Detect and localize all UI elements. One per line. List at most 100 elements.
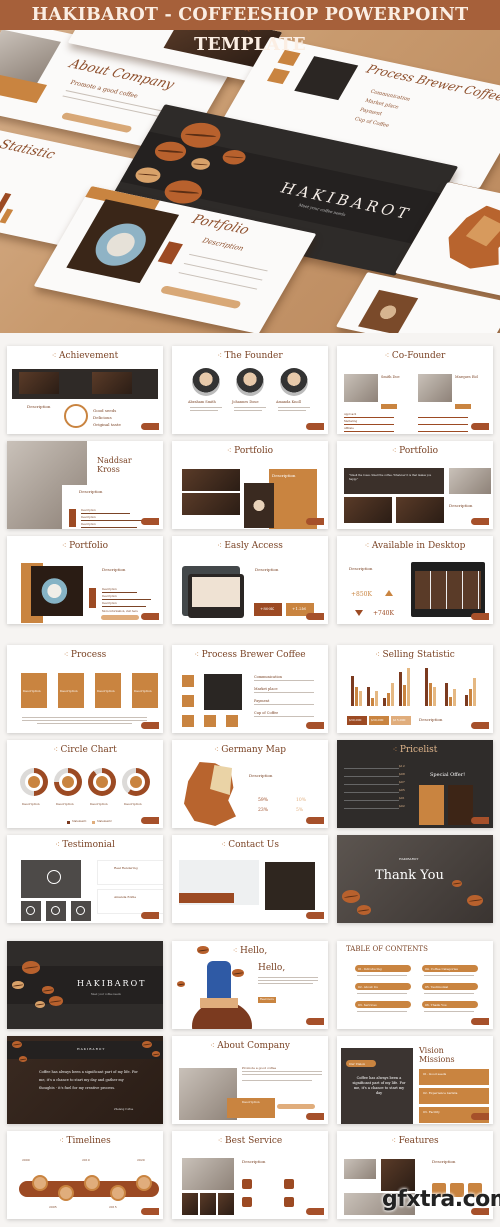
coffee-bean xyxy=(152,1051,160,1057)
banner-title: HAKIBAROT - COFFEESHOP POWERPOINT TEMPLA… xyxy=(0,0,500,55)
block xyxy=(344,808,399,809)
arrow-up-icon xyxy=(385,590,393,596)
description-heading: Description xyxy=(79,489,103,494)
slide-circle-chart[interactable]: Circle Chart Description Description Descri… xyxy=(7,740,163,828)
service-photo xyxy=(182,1158,234,1190)
slide-achievement[interactable]: Achievement Description Good seeds Deliciou… xyxy=(7,346,163,434)
slide-best-service[interactable]: Best Service Description xyxy=(172,1131,328,1219)
play-icon[interactable] xyxy=(76,906,85,915)
block xyxy=(192,577,240,607)
text-line xyxy=(258,983,313,985)
cofounder-photo xyxy=(418,374,452,402)
text-line xyxy=(234,407,266,409)
slide-process[interactable]: Process Description Description Description… xyxy=(7,645,163,733)
progress-bar xyxy=(102,599,152,601)
chart-bar xyxy=(425,668,428,706)
slide-germany-map[interactable]: Germany Map Description 59% 10% 23% 5% xyxy=(172,740,328,828)
text-line xyxy=(37,723,132,725)
process-item: Communication xyxy=(254,675,282,679)
process-node xyxy=(182,695,194,707)
price-value: $05 xyxy=(399,788,405,792)
cofounder-name: Smith Doe xyxy=(381,375,400,379)
photo xyxy=(415,571,481,609)
slide-selling-statistic[interactable]: Selling Statistic $30,000 $30,000 $15,000 De… xyxy=(337,645,493,733)
chart-bar xyxy=(403,685,406,706)
chart-bar xyxy=(367,687,370,706)
thank-you-title: Thank You xyxy=(375,868,444,883)
side-tab xyxy=(69,509,76,527)
slide-portfolio[interactable]: Portfolio Description Description Descripti… xyxy=(7,536,163,624)
slide-vision-missions[interactable]: Our Vision Coffee has always been a signi… xyxy=(337,1036,493,1124)
chart-bar xyxy=(371,698,374,706)
bar-label: Description xyxy=(81,509,96,512)
slide-title: Vision Missions xyxy=(419,1046,455,1064)
slide-hakibarot[interactable]: HAKIBAROT Meet your coffee needs xyxy=(7,941,163,1029)
slide-contact-us[interactable]: Contact Us xyxy=(172,835,328,923)
founder-name: Johannes Doue xyxy=(232,400,259,404)
slide-easly-access[interactable]: Easly Access Description +800K +1.2M xyxy=(172,536,328,624)
preview-page: HAKIBAROT - COFFEESHOP POWERPOINT TEMPLA… xyxy=(0,0,500,1227)
slide-hello[interactable]: Hello, Hello, Read more xyxy=(172,941,328,1029)
photo xyxy=(182,493,240,515)
page-number-tab xyxy=(471,1018,489,1025)
play-icon[interactable] xyxy=(26,906,35,915)
slide-the-founder[interactable]: The Founder Abraham Smith Johannes Doue Ama… xyxy=(172,346,328,434)
text-line xyxy=(254,680,314,682)
map-stat-value: 23% xyxy=(258,808,269,813)
slide-available-in-desktop[interactable]: Available in Desktop Description +850K +740… xyxy=(337,536,493,624)
slide-thank-you[interactable]: HAKIBAROT Thank You xyxy=(337,835,493,923)
cofounder-name: Marques Eid xyxy=(455,375,478,379)
name-tag xyxy=(200,998,238,1008)
page-number-tab xyxy=(471,423,489,430)
service-icon xyxy=(242,1197,252,1207)
slide-co-founder[interactable]: Co-Founder Smith Doe Marques Eid Approach Ma… xyxy=(337,346,493,434)
slide-title: Timelines xyxy=(7,1136,163,1146)
skill-label: Affiliate xyxy=(344,427,354,430)
coffee-bean xyxy=(452,880,462,887)
coffee-bean xyxy=(49,996,63,1006)
slide-portfolio[interactable]: Portfolio Description xyxy=(172,441,328,529)
slide-process-brewer-coffee[interactable]: Process Brewer Coffee Communication Market… xyxy=(172,645,328,733)
play-icon[interactable] xyxy=(51,906,60,915)
brand-label: HAKIBAROT xyxy=(77,1047,106,1051)
timeline-node xyxy=(32,1175,48,1191)
block xyxy=(418,431,468,433)
timeline-year: 2010 xyxy=(82,1158,90,1162)
page-number-tab xyxy=(306,722,324,729)
block xyxy=(344,776,399,777)
coffee-bean xyxy=(35,1001,45,1008)
chart-bar xyxy=(355,687,358,706)
slide-title: Testimonial xyxy=(7,840,163,850)
page-number-tab xyxy=(306,1208,324,1215)
timeline-year: 2015 xyxy=(109,1205,117,1209)
bar-label: Description xyxy=(102,588,117,591)
description-heading: Description xyxy=(255,567,279,572)
coffee-bean xyxy=(177,981,185,987)
vision-quote: Coffee has always been a significant par… xyxy=(352,1076,406,1095)
slide-about-company[interactable]: About Company Description Promote a good c… xyxy=(172,1036,328,1124)
timeline-node xyxy=(84,1175,100,1191)
slide-timelines[interactable]: Timelines 2000 2010 2020 2005 2015 xyxy=(7,1131,163,1219)
slide-pricelist[interactable]: Pricelist $12 $08 $07 $05 $01 $02 Special Offer… xyxy=(337,740,493,828)
chart-bar xyxy=(473,677,476,706)
text-line xyxy=(278,407,310,409)
slide-testimonial[interactable]: Testimonial Real Rendering Amanda Eddie xyxy=(7,835,163,923)
step-label: Description xyxy=(134,689,152,693)
block xyxy=(344,784,399,785)
description-heading: Description xyxy=(27,404,51,409)
chart-bar xyxy=(433,687,436,706)
service-icon xyxy=(284,1179,294,1189)
photo xyxy=(182,469,240,491)
slide-title: TABLE OF CONTENTS xyxy=(346,945,428,953)
play-icon[interactable] xyxy=(47,870,61,884)
slide-table-of-contents[interactable]: TABLE OF CONTENTS 01. Introducing 04. Coff… xyxy=(337,941,493,1029)
coffee-bean xyxy=(232,969,244,978)
slide-hakibarot[interactable]: HAKIBAROT Coffee has always been a signif… xyxy=(7,1036,163,1124)
chart-bar xyxy=(391,683,394,706)
toc-label: 06. Thank You xyxy=(425,1002,447,1007)
slide-portfolio[interactable]: Portfolio "Smell the roses. Smell the cof… xyxy=(337,441,493,529)
description-heading: Description xyxy=(102,567,126,572)
progress-bar xyxy=(81,513,130,515)
slide-naddsar-kross[interactable]: Naddsar Kross Description Description Descr… xyxy=(7,441,163,529)
process-item: Market place xyxy=(254,687,278,691)
